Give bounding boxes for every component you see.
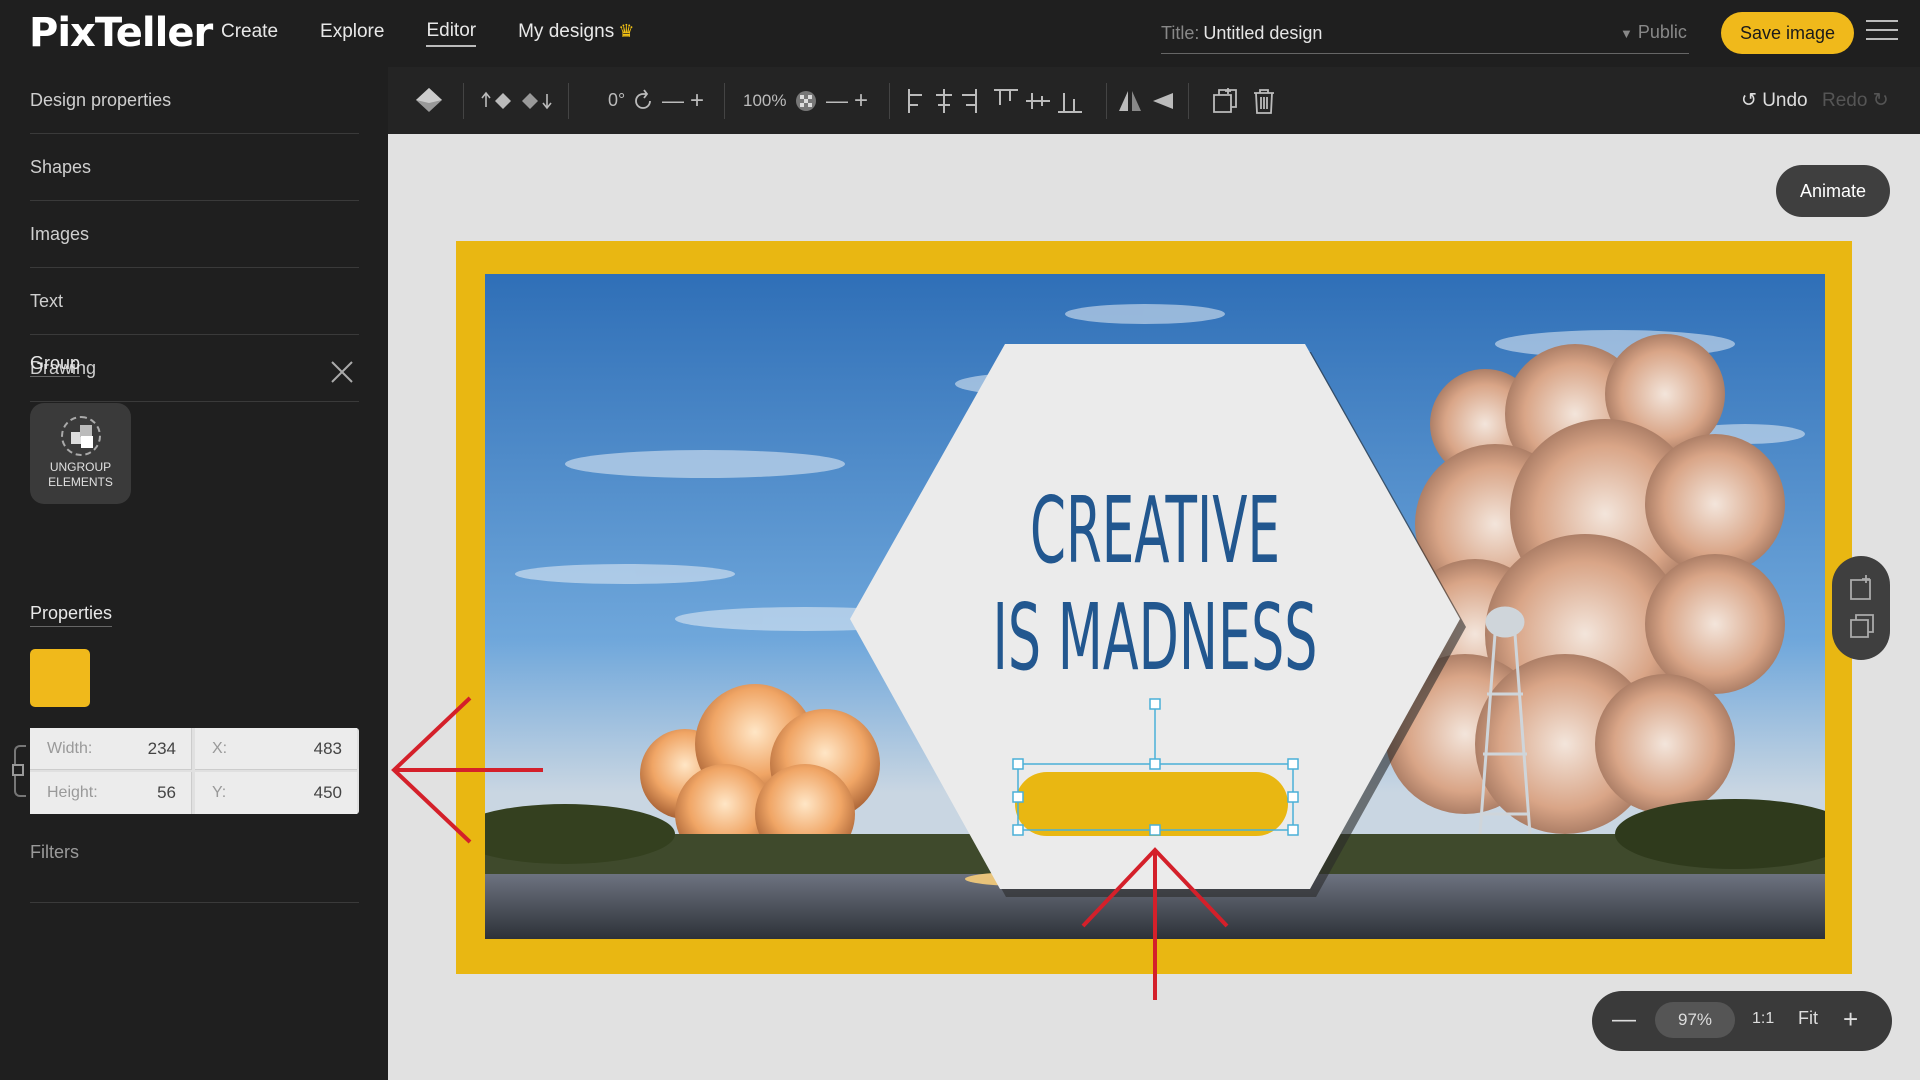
toolbar-divider bbox=[463, 83, 464, 119]
y-label: Y: bbox=[212, 784, 227, 801]
x-field[interactable]: X: 483 bbox=[195, 728, 357, 770]
duplicate-page-icon[interactable] bbox=[1848, 612, 1876, 640]
headline-line-1[interactable]: CREATIVE bbox=[1030, 477, 1280, 584]
sidebar: Design properties Shapes Images Text Dra… bbox=[0, 67, 388, 1080]
title-label: Title: bbox=[1161, 23, 1200, 43]
sidebar-item-design-properties[interactable]: Design properties bbox=[30, 67, 359, 134]
zoom-fit-button[interactable]: Fit bbox=[1798, 1008, 1818, 1029]
flip-vertical-icon[interactable] bbox=[1151, 89, 1177, 113]
save-image-button[interactable]: Save image bbox=[1721, 12, 1854, 54]
annotation-arrow-up bbox=[1081, 847, 1229, 1000]
nav-my-designs-label: My designs bbox=[518, 21, 615, 42]
ungroup-label-2: ELEMENTS bbox=[48, 475, 113, 489]
visibility-dropdown[interactable]: ▼ Public bbox=[1620, 22, 1687, 43]
filters-section[interactable]: Filters bbox=[30, 826, 359, 903]
headline-line-2[interactable]: IS MADNESS bbox=[993, 584, 1318, 691]
nav-explore[interactable]: Explore bbox=[320, 21, 384, 46]
zoom-out-button[interactable]: — bbox=[1612, 1006, 1636, 1034]
zoom-actual-size-button[interactable]: 1:1 bbox=[1752, 1010, 1774, 1028]
main-nav: Create Explore Editor My designs ♛ bbox=[221, 0, 634, 67]
crown-icon: ♛ bbox=[618, 21, 635, 41]
ungroup-elements-button[interactable]: UNGROUP ELEMENTS bbox=[30, 403, 131, 504]
sidebar-item-images[interactable]: Images bbox=[30, 201, 359, 268]
redo-label: Redo bbox=[1822, 90, 1868, 111]
zoom-level[interactable]: 97% bbox=[1655, 1002, 1735, 1038]
dimensions-panel: Width: 234 X: 483 Height: 56 Y: 450 bbox=[30, 728, 359, 814]
ungroup-label-1: UNGROUP bbox=[49, 460, 112, 474]
y-field[interactable]: Y: 450 bbox=[195, 772, 357, 814]
annotation-arrow-left bbox=[391, 696, 543, 844]
undo-button[interactable]: ↺ Undo bbox=[1741, 89, 1808, 112]
bring-forward-icon[interactable] bbox=[481, 89, 515, 113]
width-label: Width: bbox=[47, 739, 93, 757]
rotate-handle bbox=[1149, 698, 1161, 710]
design-title-field[interactable]: Title: Untitled design bbox=[1161, 14, 1689, 54]
width-value[interactable]: 234 bbox=[148, 739, 176, 759]
send-backward-icon[interactable] bbox=[520, 89, 554, 113]
zoom-in-button[interactable]: + bbox=[1843, 1004, 1858, 1035]
x-value[interactable]: 483 bbox=[314, 739, 342, 759]
animate-button[interactable]: Animate bbox=[1776, 165, 1890, 217]
editor-toolbar: 0° — + 100% — + ↺ Undo Redo ↻ bbox=[388, 67, 1920, 134]
opacity-plus-button[interactable]: + bbox=[854, 67, 868, 134]
properties-heading: Properties bbox=[30, 603, 113, 627]
y-value[interactable]: 450 bbox=[314, 783, 342, 803]
close-icon[interactable] bbox=[330, 360, 354, 384]
sidebar-item-shapes[interactable]: Shapes bbox=[30, 134, 359, 201]
title-value[interactable]: Untitled design bbox=[1203, 23, 1322, 44]
top-bar: PixTeller Create Explore Editor My desig… bbox=[0, 0, 1920, 67]
undo-label: Undo bbox=[1762, 90, 1808, 111]
rotate-minus-button[interactable]: — bbox=[662, 67, 684, 134]
aspect-lock-toggle[interactable] bbox=[12, 764, 24, 776]
group-heading: Group bbox=[30, 353, 81, 377]
rotate-plus-button[interactable]: + bbox=[690, 67, 704, 134]
height-field[interactable]: Height: 56 bbox=[30, 772, 192, 814]
undo-icon: ↺ bbox=[1741, 90, 1757, 111]
nav-editor[interactable]: Editor bbox=[426, 20, 477, 47]
toolbar-divider bbox=[889, 83, 890, 119]
x-label: X: bbox=[212, 739, 228, 757]
opacity-value[interactable]: 100% bbox=[743, 67, 786, 134]
toolbar-divider bbox=[1106, 83, 1107, 119]
design-canvas[interactable]: CREATIVE IS MADNESS bbox=[485, 274, 1825, 939]
ungroup-icon bbox=[60, 416, 101, 456]
duplicate-icon[interactable] bbox=[1211, 87, 1239, 115]
opacity-minus-button[interactable]: — bbox=[826, 67, 848, 134]
toolbar-divider bbox=[1188, 83, 1189, 119]
height-value[interactable]: 56 bbox=[157, 783, 176, 803]
rotate-icon[interactable] bbox=[631, 89, 655, 113]
align-tools-icons[interactable] bbox=[906, 87, 1096, 115]
nav-my-designs[interactable]: My designs ♛ bbox=[518, 21, 634, 46]
layers-icon[interactable] bbox=[413, 85, 445, 117]
toolbar-divider bbox=[568, 83, 569, 119]
redo-icon: ↻ bbox=[1872, 90, 1889, 111]
redo-button[interactable]: Redo ↻ bbox=[1822, 89, 1889, 112]
trash-icon[interactable] bbox=[1251, 87, 1277, 115]
opacity-checker-icon[interactable] bbox=[794, 89, 818, 113]
flip-horizontal-icon[interactable] bbox=[1117, 89, 1143, 113]
visibility-label: Public bbox=[1637, 22, 1687, 42]
width-field[interactable]: Width: 234 bbox=[30, 728, 192, 770]
sidebar-item-text[interactable]: Text bbox=[30, 268, 359, 335]
height-label: Height: bbox=[47, 784, 98, 801]
fill-color-swatch[interactable] bbox=[30, 649, 90, 707]
logo[interactable]: PixTeller bbox=[29, 10, 213, 56]
caret-down-icon: ▼ bbox=[1620, 26, 1633, 41]
canvas-side-tools bbox=[1832, 556, 1890, 660]
add-page-icon[interactable] bbox=[1848, 574, 1876, 602]
toolbar-divider bbox=[724, 83, 725, 119]
nav-create[interactable]: Create bbox=[221, 21, 278, 46]
hamburger-menu-icon[interactable] bbox=[1866, 20, 1898, 46]
rotation-value[interactable]: 0° bbox=[608, 67, 625, 134]
